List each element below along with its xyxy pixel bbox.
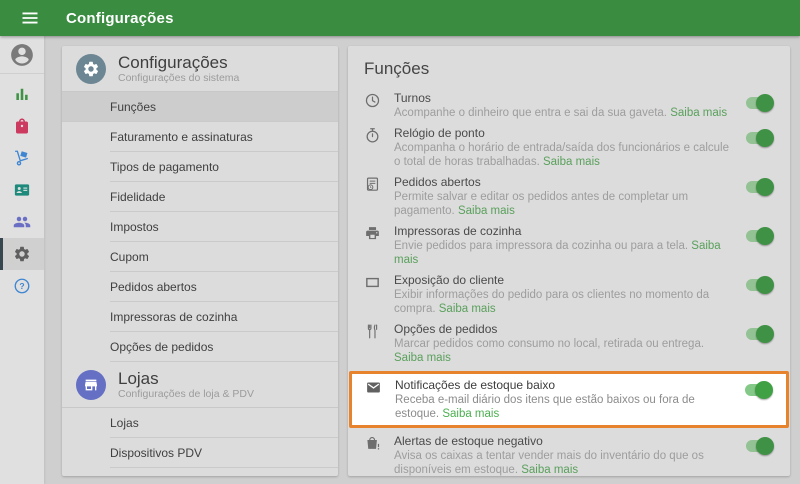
relogio-ponto-toggle[interactable] bbox=[744, 129, 774, 147]
impressoras-toggle[interactable] bbox=[744, 227, 774, 245]
exposicao-cliente-toggle[interactable] bbox=[744, 276, 774, 294]
utensils-icon bbox=[364, 323, 382, 345]
panel-title: Funções bbox=[364, 59, 430, 78]
rail-item-items[interactable] bbox=[0, 110, 44, 142]
saiba-mais-link[interactable]: Saiba mais bbox=[521, 464, 578, 476]
feature-description: Envie pedidos para impressora da cozinha… bbox=[394, 240, 689, 252]
feature-title: Impressoras de cozinha bbox=[394, 224, 522, 238]
sidebar-item-tipos-pagamento[interactable]: Tipos de pagamento bbox=[62, 152, 338, 182]
saiba-mais-link[interactable]: Saiba mais bbox=[439, 303, 496, 315]
stopwatch-icon bbox=[364, 127, 382, 149]
hand-truck-icon bbox=[14, 150, 28, 166]
sidebar-item-faturamento[interactable]: Faturamento e assinaturas bbox=[62, 122, 338, 152]
feature-title: Pedidos abertos bbox=[394, 175, 481, 189]
contact-card-icon bbox=[14, 184, 30, 196]
feature-row-notificacoes-estoque: Notificações de estoque baixo Receba e-m… bbox=[349, 371, 789, 428]
open-orders-icon bbox=[364, 176, 382, 198]
printer-icon bbox=[364, 225, 382, 247]
menu-icon[interactable] bbox=[20, 8, 40, 28]
rail-item-account[interactable] bbox=[0, 36, 44, 74]
svg-text:?: ? bbox=[19, 281, 24, 291]
clock-icon bbox=[364, 92, 382, 114]
help-icon: ? bbox=[14, 278, 30, 294]
saiba-mais-link[interactable]: Saiba mais bbox=[543, 156, 600, 168]
gear-icon bbox=[14, 246, 30, 262]
notificacoes-estoque-toggle[interactable] bbox=[743, 381, 773, 399]
feature-row-turnos: Turnos Acompanhe o dinheiro que entra e … bbox=[348, 88, 790, 123]
topbar: Configurações bbox=[0, 0, 800, 36]
rail-item-inventory[interactable] bbox=[0, 142, 44, 174]
feature-title: Opções de pedidos bbox=[394, 322, 498, 336]
sidebar-section-configuracoes: Configurações Configurações do sistema bbox=[62, 46, 338, 92]
store-icon bbox=[76, 369, 106, 400]
feature-description: Acompanhe o dinheiro que entra e sai da … bbox=[394, 107, 667, 119]
functions-panel: Funções Turnos Acompanhe o dinheiro que … bbox=[348, 46, 790, 484]
feature-row-opcoes-pedidos: Opções de pedidos Marcar pedidos como co… bbox=[348, 319, 790, 368]
feature-description: Permite salvar e editar os pedidos antes… bbox=[394, 191, 689, 217]
saiba-mais-link[interactable]: Saiba mais bbox=[442, 408, 499, 420]
feature-title: Relógio de ponto bbox=[394, 126, 485, 140]
opcoes-pedidos-toggle[interactable] bbox=[744, 325, 774, 343]
feature-row-codigos-barras: kg Códigos de barras incorporados Permit… bbox=[348, 480, 790, 484]
gear-icon bbox=[76, 53, 106, 84]
sidebar-section-lojas: Lojas Configurações de loja & PDV bbox=[62, 362, 338, 408]
feature-row-impressoras: Impressoras de cozinha Envie pedidos par… bbox=[348, 221, 790, 270]
sidebar-item-pedidos-abertos[interactable]: Pedidos abertos bbox=[62, 272, 338, 302]
saiba-mais-link[interactable]: Saiba mais bbox=[458, 205, 515, 217]
saiba-mais-link[interactable]: Saiba mais bbox=[394, 352, 451, 364]
feature-title: Exposição do cliente bbox=[394, 273, 505, 287]
section-title: Lojas bbox=[118, 369, 159, 388]
feature-row-pedidos-abertos: Pedidos abertos Permite salvar e editar … bbox=[348, 172, 790, 221]
rail-item-help[interactable]: ? bbox=[0, 270, 44, 302]
rail-item-customers[interactable] bbox=[0, 206, 44, 238]
account-icon bbox=[11, 43, 33, 66]
feature-title: Turnos bbox=[394, 91, 431, 105]
mail-icon bbox=[365, 379, 383, 401]
settings-sidebar: Configurações Configurações do sistema F… bbox=[62, 46, 338, 476]
feature-title: Notificações de estoque baixo bbox=[395, 378, 556, 392]
people-icon bbox=[13, 216, 31, 228]
feature-row-relogio-ponto: Relógio de ponto Acompanha o horário de … bbox=[348, 123, 790, 172]
sidebar-item-opcoes-pedidos[interactable]: Opções de pedidos bbox=[62, 332, 338, 362]
feature-row-alertas-estoque: Alertas de estoque negativo Avisa os cai… bbox=[348, 431, 790, 480]
bar-chart-icon bbox=[16, 88, 28, 100]
sidebar-item-fidelidade[interactable]: Fidelidade bbox=[62, 182, 338, 212]
section-subtitle: Configurações de loja & PDV bbox=[118, 388, 254, 400]
alertas-estoque-toggle[interactable] bbox=[744, 437, 774, 455]
feature-description: Marcar pedidos como consumo no local, re… bbox=[394, 338, 705, 350]
feature-row-exposicao-cliente: Exposição do cliente Exibir informações … bbox=[348, 270, 790, 319]
rail-item-settings[interactable] bbox=[0, 238, 44, 270]
basket-icon bbox=[16, 118, 28, 134]
rail-item-reports[interactable] bbox=[0, 78, 44, 110]
feature-title: Alertas de estoque negativo bbox=[394, 434, 543, 448]
sidebar-item-dispositivos-pdv[interactable]: Dispositivos PDV bbox=[62, 438, 338, 468]
sidebar-item-lojas[interactable]: Lojas bbox=[62, 408, 338, 438]
section-subtitle: Configurações do sistema bbox=[118, 72, 240, 84]
sidebar-item-cupom[interactable]: Cupom bbox=[62, 242, 338, 272]
sidebar-item-impressoras[interactable]: Impressoras de cozinha bbox=[62, 302, 338, 332]
feature-description: Receba e-mail diário dos itens que estão… bbox=[395, 394, 695, 420]
turnos-toggle[interactable] bbox=[744, 94, 774, 112]
basket-alert-icon bbox=[364, 435, 382, 457]
section-title: Configurações bbox=[118, 53, 228, 72]
page-title: Configurações bbox=[66, 9, 174, 27]
rail-item-employees[interactable] bbox=[0, 174, 44, 206]
icon-rail: ? bbox=[0, 36, 44, 484]
display-icon bbox=[364, 274, 382, 296]
pedidos-abertos-toggle[interactable] bbox=[744, 178, 774, 196]
sidebar-item-impostos[interactable]: Impostos bbox=[62, 212, 338, 242]
sidebar-item-funcoes[interactable]: Funções bbox=[62, 92, 338, 122]
saiba-mais-link[interactable]: Saiba mais bbox=[670, 107, 727, 119]
